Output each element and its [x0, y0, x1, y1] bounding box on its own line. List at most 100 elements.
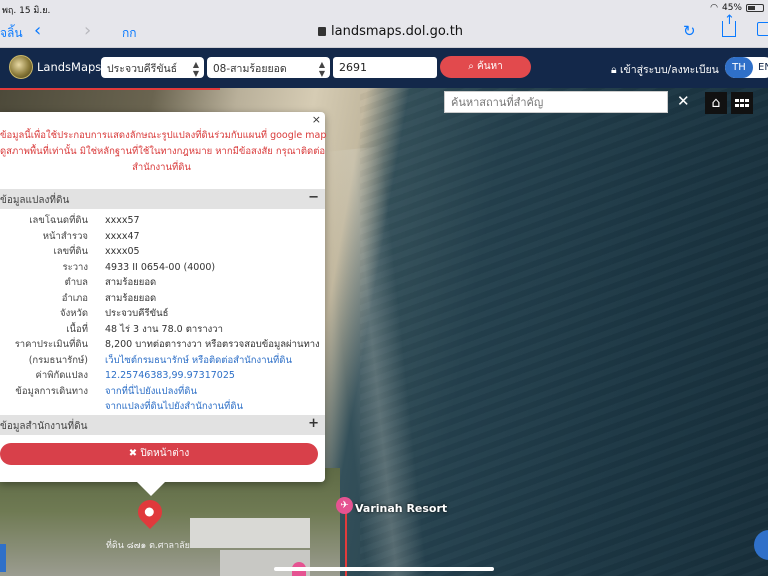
- parcel-number-input[interactable]: [333, 57, 437, 78]
- treasury-link[interactable]: เว็บไซต์กรมธนารักษ์ หรือติดต่อสำนักงานที…: [105, 353, 292, 369]
- url-text: landsmaps.dol.go.th: [331, 24, 464, 39]
- detail-label: (กรมธนารักษ์): [28, 354, 88, 366]
- detail-label: ข้อมูลการเดินทาง: [15, 385, 88, 397]
- parcel-info-popup: × ข้อมูลนี้เพื่อใช้ประกอบการแสดงลักษณะรู…: [0, 112, 327, 496]
- section-office-title: ข้อมูลสำนักงานที่ดิน: [0, 421, 88, 432]
- disclaimer-line: ดูสภาพพื้นที่เท่านั้น มิใช่หลักฐานที่ใช้…: [0, 146, 326, 157]
- disclaimer-line: ข้อมูลนี้เพื่อใช้ประกอบการแสดงลักษณะรูปแ…: [0, 130, 327, 141]
- reload-icon[interactable]: ↻: [683, 22, 696, 40]
- chevron-updown-icon: ▲ ▼: [192, 60, 199, 78]
- language-toggle[interactable]: TH EN: [725, 57, 768, 78]
- detail-label: [0, 399, 88, 415]
- brand-name: LandsMaps: [37, 60, 102, 74]
- login-label: เข้าสู่ระบบ/ลงทะเบียน: [619, 64, 719, 76]
- sidebar-toggle-label[interactable]: จลิ้น: [0, 24, 23, 43]
- lang-th-option[interactable]: TH: [725, 57, 753, 78]
- search-button[interactable]: ⌕ ค้นหา: [440, 56, 531, 78]
- detail-row: เลขที่ดิน xxxx05: [0, 244, 325, 260]
- detail-value: ประจวบคีรีขันธ์: [105, 308, 169, 319]
- browser-toolbar: จลิ้น ‹ › กก landsmaps.dol.go.th ↻: [0, 13, 768, 48]
- status-date: พฤ. 15 มิ.ย.: [2, 6, 51, 16]
- section-parcel-header[interactable]: ข้อมูลแปลงที่ดิน −: [0, 189, 325, 209]
- lang-en-option[interactable]: EN: [758, 57, 768, 78]
- battery-icon: [746, 4, 764, 12]
- detail-row: เนื้อที่ 48 ไร่ 3 งาน 78.0 ตารางวา: [0, 322, 325, 338]
- detail-row: (กรมธนารักษ์) เว็บไซต์กรมธนารักษ์ หรือติด…: [0, 353, 325, 369]
- section-parcel-title: ข้อมูลแปลงที่ดิน: [0, 195, 70, 206]
- detail-label: ค่าพิกัดแปลง: [35, 370, 89, 381]
- detail-value: xxxx57: [105, 215, 140, 226]
- parcel-details: เลขโฉนดที่ดิน xxxx57 หน้าสำรวจ xxxx47 เลขท…: [0, 213, 325, 415]
- detail-label: ราคาประเมินที่ดิน: [14, 339, 88, 350]
- detail-label: หน้าสำรวจ: [42, 230, 88, 242]
- detail-row: ค่าพิกัดแปลง 12.25746383,99.97317025: [0, 368, 325, 384]
- share-icon[interactable]: [722, 13, 736, 37]
- status-right: ◠ 45%: [710, 3, 764, 13]
- district-select[interactable]: 08-สามร้อยยอด ▲ ▼: [207, 57, 330, 78]
- close-icon[interactable]: ×: [312, 113, 321, 126]
- close-icon: ✖: [128, 448, 141, 459]
- detail-label: จังหวัด: [60, 308, 88, 319]
- detail-value: สามร้อยยอด: [105, 277, 157, 288]
- detail-row: ระวาง 4933 II 0654-00 (4000): [0, 260, 325, 276]
- detail-value: xxxx47: [105, 230, 140, 242]
- building: [190, 518, 310, 548]
- directions-to-office-link[interactable]: จากแปลงที่ดินไปยังสำนักงานที่ดิน: [105, 399, 243, 415]
- coordinates-link[interactable]: 12.25746383,99.97317025: [105, 368, 235, 384]
- forward-chevron-icon[interactable]: ›: [84, 20, 91, 41]
- disclaimer-line: สำนักงานที่ดิน: [132, 162, 191, 173]
- lock-icon: [318, 27, 326, 36]
- collapse-icon[interactable]: −: [308, 190, 319, 205]
- home-icon[interactable]: ⌂: [705, 92, 727, 114]
- chevron-updown-icon: ▲ ▼: [318, 60, 325, 78]
- status-bar: พฤ. 15 มิ.ย. ◠ 45%: [0, 0, 768, 16]
- detail-label: เลขที่ดิน: [53, 246, 89, 257]
- detail-row: อำเภอ สามร้อยยอด: [0, 291, 325, 307]
- detail-row: ข้อมูลการเดินทาง จากที่นี่ไปยังแปลงที่ดิน: [0, 384, 325, 400]
- section-office-header[interactable]: ข้อมูลสำนักงานที่ดิน +: [0, 415, 325, 435]
- district-select-value: 08-สามร้อยยอด: [213, 63, 287, 75]
- battery-percent: 45%: [721, 3, 742, 13]
- detail-value: xxxx05: [105, 246, 140, 257]
- search-button-label: ค้นหา: [477, 61, 503, 72]
- poi-label[interactable]: Varinah Resort: [355, 502, 447, 515]
- detail-value: สามร้อยยอด: [105, 292, 157, 304]
- text-size-button[interactable]: กก: [122, 24, 137, 43]
- login-link[interactable]: 🔒︎ เข้าสู่ระบบ/ลงทะเบียน: [611, 61, 719, 78]
- side-panel-tab[interactable]: [0, 544, 6, 572]
- address-bar[interactable]: landsmaps.dol.go.th: [318, 24, 463, 39]
- close-window-button[interactable]: ✖ ปิดหน้าต่าง: [0, 443, 318, 465]
- tabs-icon[interactable]: [757, 22, 768, 36]
- detail-label: ระวาง: [62, 261, 88, 273]
- detail-value: 48 ไร่ 3 งาน 78.0 ตารางวา: [105, 323, 223, 335]
- directions-to-parcel-link[interactable]: จากที่นี่ไปยังแปลงที่ดิน: [105, 384, 197, 400]
- search-icon: ⌕: [468, 61, 478, 72]
- back-chevron-icon[interactable]: ‹: [34, 20, 41, 41]
- clear-search-icon[interactable]: ✕: [677, 92, 690, 110]
- detail-row: จังหวัด ประจวบคีรีขันธ์: [0, 306, 325, 322]
- expand-icon[interactable]: +: [308, 416, 319, 431]
- layers-grid-icon[interactable]: [731, 92, 753, 114]
- detail-row: ราคาประเมินที่ดิน 8,200 บาทต่อตารางวา หรื…: [0, 337, 325, 353]
- detail-row: จากแปลงที่ดินไปยังสำนักงานที่ดิน: [0, 399, 325, 415]
- province-select[interactable]: ประจวบคีรีขันธ์ ▲ ▼: [101, 57, 204, 78]
- place-search-input[interactable]: [444, 91, 668, 113]
- detail-row: ตำบล สามร้อยยอด: [0, 275, 325, 291]
- detail-row: หน้าสำรวจ xxxx47: [0, 229, 325, 245]
- wifi-icon: ◠: [710, 3, 718, 13]
- detail-row: เลขโฉนดที่ดิน xxxx57: [0, 213, 325, 229]
- dol-logo: [9, 55, 33, 79]
- detail-label: ตำบล: [64, 277, 88, 288]
- detail-value: 4933 II 0654-00 (4000): [105, 261, 216, 273]
- detail-label: อำเภอ: [61, 292, 88, 304]
- pin-label: ที่ดิน ๘๗๑ ต.ศาลาลัย: [106, 541, 190, 551]
- home-indicator: [274, 567, 494, 571]
- hotel-poi-icon[interactable]: ✈: [336, 497, 353, 514]
- parcel-boundary: [0, 88, 220, 90]
- detail-value: 8,200 บาทต่อตารางวา หรือตรวจสอบข้อมูลผ่า…: [105, 339, 320, 350]
- app-header: LandsMaps ประจวบคีรีขันธ์ ▲ ▼ 08-สามร้อยย…: [0, 48, 768, 88]
- lock-icon: 🔒︎: [611, 64, 620, 76]
- province-select-value: ประจวบคีรีขันธ์: [107, 63, 178, 75]
- disclaimer-notice: ข้อมูลนี้เพื่อใช้ประกอบการแสดงลักษณะรูปแ…: [0, 128, 327, 176]
- detail-label: เนื้อที่: [66, 323, 88, 335]
